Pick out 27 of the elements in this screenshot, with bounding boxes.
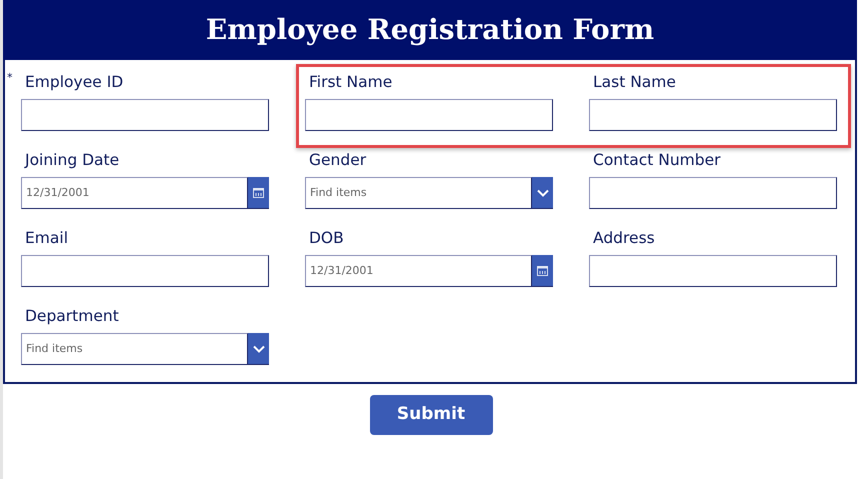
calendar-icon[interactable] [532,255,553,287]
date-field[interactable]: 12/31/2001 [21,177,248,209]
field-label: Address [593,228,655,249]
dropdown-field[interactable]: Find items [305,177,532,209]
input-field[interactable] [589,99,837,131]
date-field[interactable]: 12/31/2001 [305,255,532,287]
field-label: Gender [309,150,366,171]
field-label: Department [25,306,119,327]
dropdown-field[interactable]: Find items [21,333,248,365]
input-field[interactable] [589,177,837,209]
calendar-icon[interactable] [248,177,269,209]
field-label: DOB [309,228,344,249]
field-label: Joining Date [25,150,120,171]
field-label: Contact Number [593,150,720,171]
field-label: Last Name [593,72,676,93]
input-field[interactable] [305,99,553,131]
input-field[interactable] [589,255,837,287]
field-label: First Name [309,72,392,93]
input-field[interactable] [21,255,269,287]
field-label: Employee ID [25,72,124,93]
required-mark: * [7,70,12,86]
field-label: Email [25,228,68,249]
chevron-down-icon[interactable] [248,333,269,365]
submit-button[interactable]: Submit [370,395,492,435]
input-field[interactable] [21,99,269,131]
chevron-down-icon[interactable] [532,177,553,209]
form-title: Employee Registration Form [206,12,654,48]
